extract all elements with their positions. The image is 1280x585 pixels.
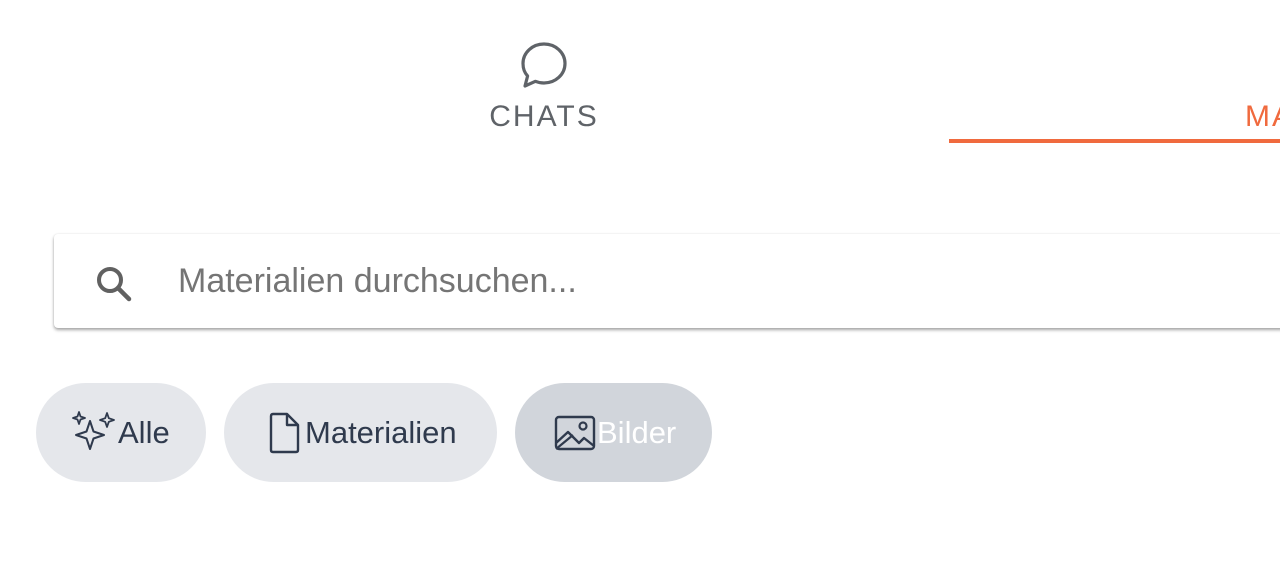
active-tab-indicator [949, 139, 1280, 143]
filter-chip-all[interactable]: Alle [36, 383, 206, 482]
tab-chats-label: CHATS [489, 100, 599, 133]
search-input[interactable] [178, 234, 1278, 328]
tab-materials[interactable]: MA [949, 0, 1280, 144]
filter-chip-label: Materialien [305, 414, 457, 450]
search-bar [54, 234, 1280, 328]
filter-chip-materials[interactable]: Materialien [224, 383, 497, 482]
page: CHATS MA Alle Materialien [0, 0, 1280, 585]
sparkles-icon [72, 410, 115, 450]
tab-materials-label: MA [1245, 100, 1280, 133]
tab-chats[interactable]: CHATS [0, 0, 1088, 144]
document-icon [269, 412, 300, 453]
filter-chip-images[interactable]: Bilder [515, 383, 712, 482]
search-icon [97, 267, 132, 302]
image-icon [554, 415, 596, 450]
filter-chip-label: Alle [118, 414, 170, 450]
filter-chip-label: Bilder [597, 414, 677, 450]
chat-bubble-icon [521, 42, 567, 88]
